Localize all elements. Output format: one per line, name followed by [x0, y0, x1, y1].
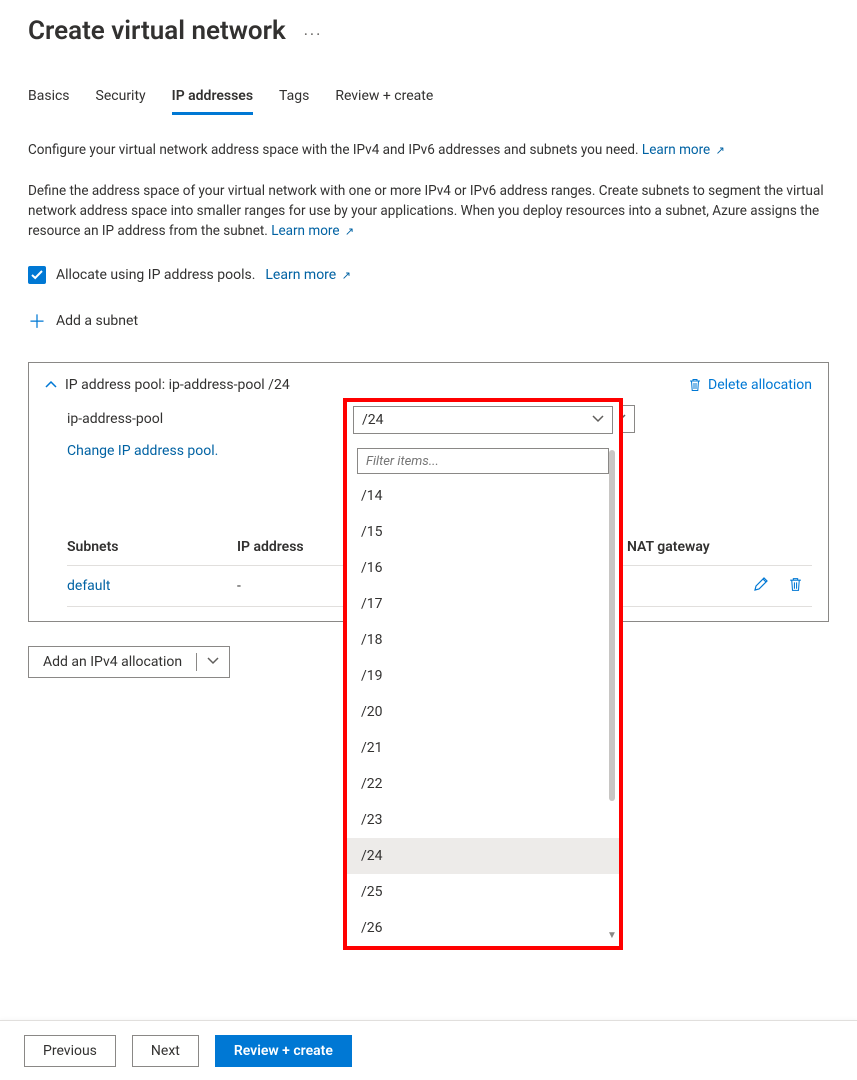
chevron-down-icon [592, 412, 604, 428]
plus-icon: ＋ [28, 308, 46, 334]
col-subnets: Subnets [67, 539, 237, 555]
external-link-icon: ↗ [345, 225, 354, 238]
add-allocation-label: Add an IPv4 allocation [29, 654, 196, 670]
delete-allocation-button[interactable]: Delete allocation [688, 377, 812, 393]
scrollbar-thumb[interactable] [609, 450, 615, 801]
add-subnet-button[interactable]: ＋ Add a subnet [28, 308, 829, 334]
prefix-option[interactable]: /17 [347, 586, 619, 622]
description-1-text: Configure your virtual network address s… [28, 142, 642, 158]
footer: Previous Next Review + create [0, 1020, 857, 1080]
subnet-name-link[interactable]: default [67, 578, 237, 594]
prefix-option[interactable]: /19 [347, 658, 619, 694]
col-nat-gateway: NAT gateway [627, 539, 744, 555]
change-pool-link[interactable]: Change IP address pool. [67, 443, 218, 459]
tab-basics[interactable]: Basics [28, 82, 70, 115]
allocate-pools-label: Allocate using IP address pools. [56, 267, 255, 283]
previous-button[interactable]: Previous [24, 1035, 116, 1067]
pencil-icon [753, 576, 769, 592]
allocate-pools-checkbox[interactable] [28, 266, 46, 284]
tab-ip-addresses[interactable]: IP addresses [172, 82, 253, 115]
check-icon [31, 269, 43, 281]
tab-review-create[interactable]: Review + create [335, 82, 433, 115]
prefix-dropdown: /24 ▲ /14/15/16/17/18/19/20/21/22/23/24/… [343, 398, 623, 950]
prefix-option[interactable]: /23 [347, 802, 619, 838]
tab-tags[interactable]: Tags [279, 82, 309, 115]
pool-name-label: ip-address-pool [67, 411, 327, 427]
add-allocation-button[interactable]: Add an IPv4 allocation [28, 646, 230, 678]
prefix-option[interactable]: /14 [347, 478, 619, 514]
description-2-text: Define the address space of your virtual… [28, 183, 824, 239]
prefix-option[interactable]: /24 [347, 838, 619, 874]
edit-subnet-button[interactable] [744, 576, 778, 596]
prefix-dropdown-trigger[interactable]: /24 [353, 406, 613, 434]
review-create-button[interactable]: Review + create [215, 1035, 352, 1067]
prefix-option[interactable]: /21 [347, 730, 619, 766]
external-link-icon: ↗ [716, 144, 725, 157]
learn-more-link-1[interactable]: Learn more ↗ [642, 142, 725, 158]
prefix-option[interactable]: /16 [347, 550, 619, 586]
trash-icon [788, 577, 803, 592]
prefix-option[interactable]: /18 [347, 622, 619, 658]
prefix-option[interactable]: /26 [347, 910, 619, 946]
scroll-down-arrow[interactable]: ▼ [607, 930, 617, 940]
prefix-option[interactable]: /20 [347, 694, 619, 730]
scrollbar[interactable] [609, 438, 615, 940]
tabs: Basics Security IP addresses Tags Review… [28, 82, 829, 116]
tab-security[interactable]: Security [96, 82, 146, 115]
description-1: Configure your virtual network address s… [28, 140, 829, 161]
prefix-option[interactable]: /22 [347, 766, 619, 802]
chevron-down-icon[interactable] [197, 654, 229, 670]
filter-input[interactable] [357, 448, 609, 474]
prefix-dropdown-value: /24 [362, 412, 384, 428]
next-button[interactable]: Next [132, 1035, 199, 1067]
description-2: Define the address space of your virtual… [28, 181, 829, 242]
more-actions-icon[interactable]: ··· [304, 25, 323, 44]
prefix-option[interactable]: /15 [347, 514, 619, 550]
external-link-icon: ↗ [342, 269, 351, 282]
pool-title: IP address pool: ip-address-pool /24 [65, 377, 290, 395]
prefix-option[interactable]: /25 [347, 874, 619, 910]
delete-subnet-button[interactable] [778, 577, 812, 596]
page-title: Create virtual network [28, 16, 286, 46]
add-subnet-label: Add a subnet [56, 313, 138, 329]
learn-more-link-2[interactable]: Learn more ↗ [271, 223, 354, 239]
collapse-toggle[interactable] [45, 379, 57, 395]
trash-icon [688, 378, 702, 392]
learn-more-link-3[interactable]: Learn more ↗ [265, 267, 351, 283]
prefix-option-list: /14/15/16/17/18/19/20/21/22/23/24/25/26 [347, 478, 619, 946]
